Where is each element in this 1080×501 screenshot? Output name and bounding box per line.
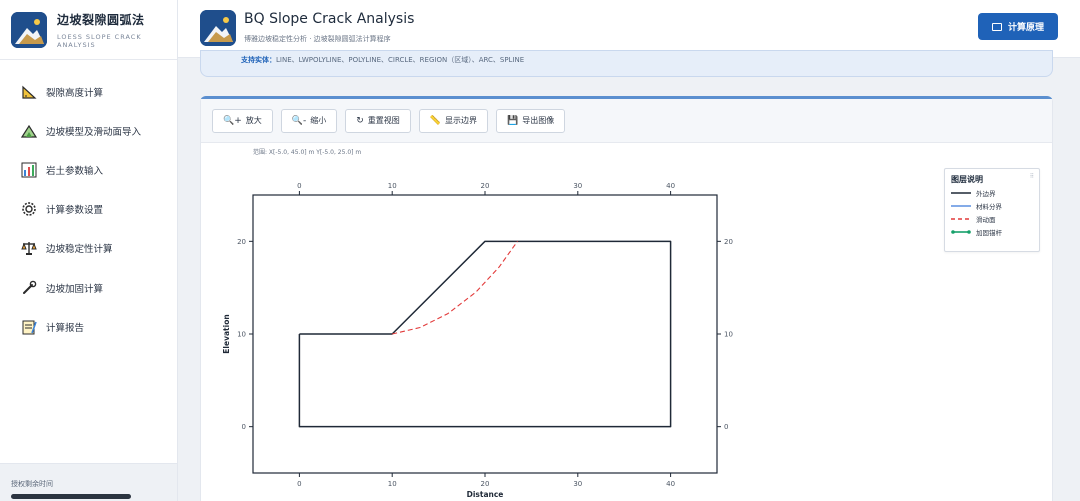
scale-icon bbox=[20, 239, 38, 257]
sidebar-item-label: 边坡稳定性计算 bbox=[46, 244, 113, 256]
x-tick-label-bottom: 20 bbox=[481, 480, 490, 488]
bar-chart-icon bbox=[20, 161, 38, 179]
license-remaining-label: 授权剩余时间 bbox=[11, 480, 53, 488]
sidebar: 边坡裂隙圆弧法 LOESS SLOPE CRACK ANALYSIS 裂隙高度计… bbox=[0, 0, 178, 501]
sidebar-item-label: 岩土参数输入 bbox=[46, 165, 104, 177]
page-subtitle: 博雅边坡稳定性分析 · 边坡裂隙圆弧法计算程序 bbox=[244, 35, 391, 43]
ruler-icon: 📏 bbox=[429, 115, 441, 126]
sidebar-item-slope-model-import[interactable]: 边坡模型及滑动面导入 bbox=[0, 111, 177, 150]
x-axis-label: Distance bbox=[467, 490, 504, 499]
y-tick-label-left: 0 bbox=[242, 423, 246, 431]
sidebar-item-label: 裂隙高度计算 bbox=[46, 87, 104, 99]
plot-panel: 🔍+ 放大 🔍- 缩小 ↻ 重置视图 📏 显示边界 💾 导出图像 范围: X[-… bbox=[200, 96, 1053, 501]
sidebar-item-stability-calc[interactable]: 边坡稳定性计算 bbox=[0, 229, 177, 268]
sidebar-item-soil-params[interactable]: 岩土参数输入 bbox=[0, 150, 177, 189]
page-title: BQ Slope Crack Analysis bbox=[244, 11, 415, 27]
zoom-out-button[interactable]: 🔍- 缩小 bbox=[280, 108, 338, 133]
reset-view-button[interactable]: ↻ 重置视图 bbox=[345, 108, 411, 133]
legend-title: 图层说明 bbox=[951, 175, 983, 184]
x-tick-label-bottom: 10 bbox=[388, 480, 397, 488]
slope-triangle-icon bbox=[20, 122, 38, 140]
sidebar-item-report[interactable]: 计算报告 bbox=[0, 307, 177, 346]
x-tick-label-bottom: 40 bbox=[666, 480, 675, 488]
calc-principle-button[interactable]: 计算原理 bbox=[978, 13, 1058, 40]
license-footer: 授权剩余时间 bbox=[0, 463, 177, 501]
brand-subtitle: LOESS SLOPE CRACK ANALYSIS bbox=[57, 32, 142, 49]
sidebar-item-reinforcement-calc[interactable]: 边坡加固计算 bbox=[0, 268, 177, 307]
y-tick-label-right: 10 bbox=[724, 331, 733, 339]
report-icon bbox=[20, 318, 38, 336]
sidebar-item-label: 边坡模型及滑动面导入 bbox=[46, 126, 142, 138]
x-tick-label-bottom: 30 bbox=[573, 480, 582, 488]
refresh-icon: ↻ bbox=[356, 115, 364, 126]
supported-entities-text: 支持实体：LINE、LWPOLYLINE、POLYLINE、CIRCLE、REG… bbox=[241, 56, 525, 64]
zoom-in-icon: 🔍+ bbox=[223, 115, 242, 126]
zoom-in-button[interactable]: 🔍+ 放大 bbox=[212, 108, 273, 133]
zoom-out-icon: 🔍- bbox=[291, 115, 307, 126]
legend-item-material-boundary: 材料分界 bbox=[951, 203, 1002, 211]
y-axis-label: Elevation bbox=[222, 314, 231, 353]
y-tick-label-right: 20 bbox=[724, 238, 733, 246]
plot-toolbar: 🔍+ 放大 🔍- 缩小 ↻ 重置视图 📏 显示边界 💾 导出图像 bbox=[201, 99, 1052, 143]
slope-plot[interactable]: 0 0 10 10 20 20 30 30 40 40 0 0 10 10 20 20 Distance Elev… bbox=[201, 143, 1052, 501]
x-tick-label-top: 20 bbox=[481, 182, 490, 190]
y-tick-label-right: 0 bbox=[724, 423, 728, 431]
wrench-icon bbox=[20, 279, 38, 297]
sidebar-item-label: 计算参数设置 bbox=[46, 205, 104, 217]
x-tick-label-top: 10 bbox=[388, 182, 397, 190]
sidebar-nav: 裂隙高度计算 边坡模型及滑动面导入 岩土参数输入 计算参数设置 边坡稳定性计算 bbox=[0, 72, 177, 346]
x-tick-label-top: 40 bbox=[666, 182, 675, 190]
show-boundary-button[interactable]: 📏 显示边界 bbox=[418, 108, 488, 133]
sidebar-item-label: 计算报告 bbox=[46, 322, 85, 334]
legend-item-anchor: 加固锚杆 bbox=[951, 227, 1002, 237]
brand-title: 边坡裂隙圆弧法 bbox=[57, 12, 145, 27]
brand: 边坡裂隙圆弧法 LOESS SLOPE CRACK ANALYSIS bbox=[0, 0, 177, 60]
slip-surface-line bbox=[392, 241, 518, 335]
triangle-ruler-icon bbox=[20, 83, 38, 101]
supported-entities-card: 支持实体：LINE、LWPOLYLINE、POLYLINE、CIRCLE、REG… bbox=[200, 50, 1053, 77]
app-logo bbox=[11, 11, 47, 48]
layer-legend[interactable]: 图层说明 ⠿ 外边界 材料分界 滑动面 加固锚杆 bbox=[944, 168, 1040, 252]
outer-boundary-line bbox=[298, 240, 672, 428]
sidebar-item-label: 边坡加固计算 bbox=[46, 283, 104, 295]
export-image-button[interactable]: 💾 导出图像 bbox=[495, 108, 566, 133]
book-icon bbox=[991, 22, 1002, 31]
y-tick-label-left: 20 bbox=[237, 238, 246, 246]
legend-item-outer-boundary: 外边界 bbox=[951, 190, 996, 198]
drag-handle-icon[interactable]: ⠿ bbox=[1030, 173, 1034, 180]
y-tick-label-left: 10 bbox=[237, 331, 246, 339]
x-tick-label-top: 0 bbox=[297, 182, 301, 190]
gear-icon bbox=[20, 200, 38, 218]
license-progress-bar bbox=[11, 494, 131, 499]
sidebar-item-crack-height[interactable]: 裂隙高度计算 bbox=[0, 72, 177, 111]
save-icon: 💾 bbox=[506, 115, 519, 126]
calc-principle-label: 计算原理 bbox=[1007, 23, 1044, 33]
x-tick-label-top: 30 bbox=[573, 182, 582, 190]
header-logo bbox=[200, 10, 236, 46]
x-tick-label-bottom: 0 bbox=[297, 480, 301, 488]
legend-item-slip-surface: 滑动面 bbox=[951, 216, 996, 224]
sidebar-item-calc-settings[interactable]: 计算参数设置 bbox=[0, 190, 177, 229]
